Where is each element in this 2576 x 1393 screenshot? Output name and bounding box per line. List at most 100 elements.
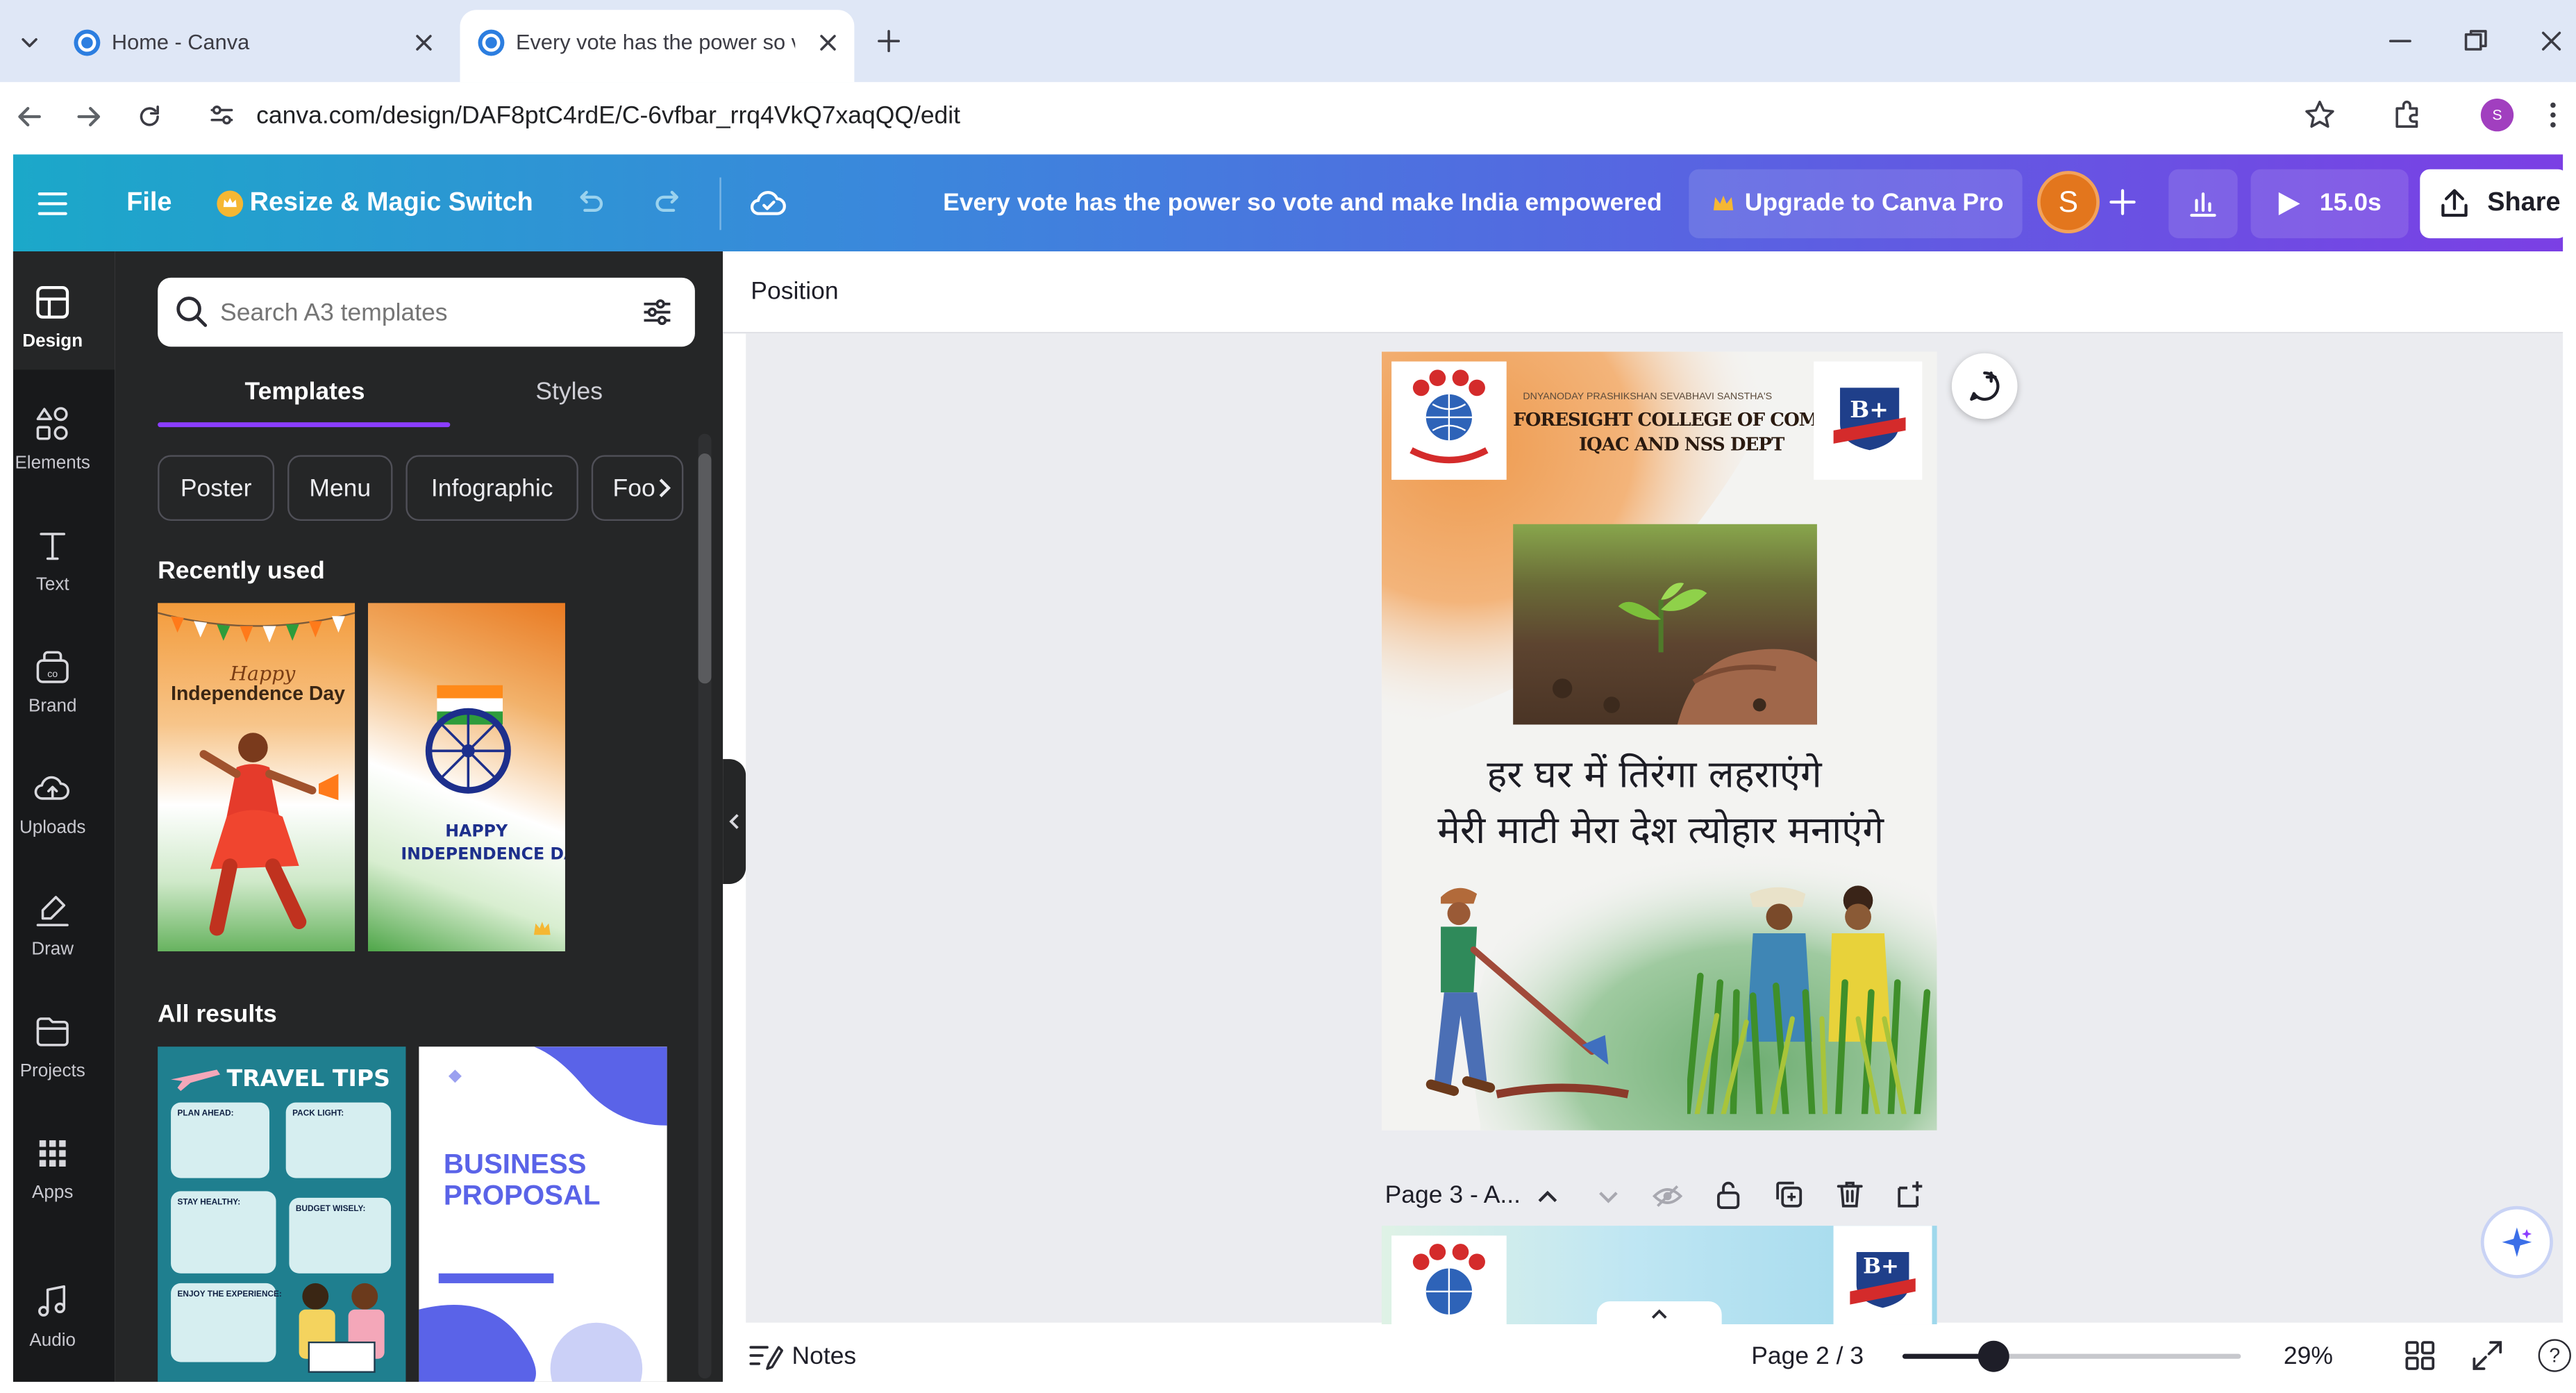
resize-magic-switch-button[interactable]: Resize & Magic Switch <box>210 178 533 231</box>
trash-icon[interactable] <box>1834 1178 1866 1210</box>
result-template-business-proposal[interactable]: BUSINESS PROPOSAL <box>419 1046 667 1382</box>
page-3-label[interactable]: Page 3 - A... <box>1385 1181 1521 1209</box>
ashoka-chakra-icon <box>425 685 511 794</box>
forward-arrow-icon[interactable] <box>72 100 105 133</box>
extensions-puzzle-icon[interactable] <box>2391 99 2423 131</box>
dancer-illustration-icon <box>199 733 339 936</box>
reload-icon[interactable] <box>133 100 166 133</box>
window-close-icon[interactable] <box>2536 26 2566 56</box>
restore-icon[interactable] <box>2461 26 2491 56</box>
notes-button[interactable]: Notes <box>792 1342 856 1370</box>
rail-draw[interactable]: Draw <box>13 881 92 979</box>
tip-card: PLAN AHEAD: <box>171 1102 270 1178</box>
rail-text[interactable]: Text <box>13 516 92 615</box>
naac-grade: B+ <box>1863 1255 1899 1281</box>
address-bar[interactable]: canva.com/design/DAF8ptC4rdE/C-6vfbar_rr… <box>190 87 2380 143</box>
svg-text:co: co <box>47 669 58 680</box>
rail-uploads[interactable]: Uploads <box>13 759 92 858</box>
template-search-field[interactable] <box>158 277 695 347</box>
comment-plus-icon <box>1970 371 2000 401</box>
design-title[interactable]: Every vote has the power so vote and mak… <box>943 189 1662 217</box>
recent-template-independence-dancer[interactable]: Happy Independence Day <box>158 603 356 951</box>
chip-infographic[interactable]: Infographic <box>405 455 578 522</box>
poster-hindi-line2: मेरी माटी मेरा देश त्योहार मनाएंगे <box>1437 810 1884 853</box>
help-button[interactable]: ? <box>2538 1339 2571 1372</box>
share-button[interactable]: Share <box>2420 169 2568 239</box>
toolbar-divider <box>719 177 721 231</box>
chevron-down-icon[interactable] <box>1592 1180 1625 1212</box>
rail-label: Design <box>22 331 83 352</box>
poster-page[interactable]: DNYANODAY PRASHIKSHAN SEVABHAVI SANSTHA'… <box>1381 351 1937 1131</box>
rail-elements[interactable]: Elements <box>13 394 92 493</box>
position-button[interactable]: Position <box>751 278 838 306</box>
browser-tab-home[interactable]: Home - Canva <box>59 13 453 72</box>
hamburger-menu-icon[interactable] <box>36 187 69 220</box>
grid-view-icon[interactable] <box>2404 1339 2436 1371</box>
tab-templates[interactable]: Templates <box>245 378 365 406</box>
site-settings-icon[interactable] <box>207 100 237 130</box>
lock-icon[interactable] <box>1712 1178 1744 1210</box>
rail-projects[interactable]: Projects <box>13 1002 92 1101</box>
crown-icon <box>1713 195 1734 210</box>
chip-menu[interactable]: Menu <box>287 455 393 522</box>
rail-audio[interactable]: Audio <box>13 1271 92 1370</box>
chevron-right-icon[interactable] <box>654 476 674 499</box>
chevron-up-icon[interactable] <box>1531 1180 1564 1212</box>
travelers-illustration-icon <box>299 1283 385 1373</box>
close-icon[interactable] <box>411 30 437 56</box>
add-page-icon[interactable] <box>1894 1178 1927 1210</box>
browser-tab-active[interactable]: Every vote has the power so vo <box>460 10 855 83</box>
rail-design[interactable]: Design <box>13 273 92 372</box>
tab-styles[interactable]: Styles <box>535 378 603 406</box>
invite-plus-icon[interactable] <box>2106 185 2139 218</box>
rail-label: Brand <box>28 696 77 717</box>
tip-card: STAY HEALTHY: <box>171 1191 276 1274</box>
undo-icon[interactable] <box>571 184 608 220</box>
page-indicator[interactable]: Page 2 / 3 <box>1751 1342 1864 1370</box>
recent-template-independence-chakra[interactable]: HAPPY INDEPENDENCE DAY <box>368 603 565 951</box>
upgrade-pro-button[interactable]: Upgrade to Canva Pro <box>1689 169 2023 239</box>
magic-assistant-button[interactable] <box>2480 1206 2553 1278</box>
duplicate-page-icon[interactable] <box>1773 1178 1805 1210</box>
hide-eye-icon[interactable] <box>1651 1180 1684 1212</box>
bunting-icon <box>158 612 356 643</box>
rail-label: Elements <box>15 453 90 474</box>
add-comment-button[interactable] <box>1951 353 2018 419</box>
context-toolbar <box>723 251 2564 334</box>
cloud-saved-icon[interactable] <box>749 184 789 220</box>
tip-card: PACK LIGHT: <box>285 1102 392 1178</box>
sapling-photo <box>1513 524 1817 725</box>
result-title: TRAVEL TIPS <box>226 1066 390 1093</box>
more-vert-icon[interactable] <box>2543 99 2563 131</box>
present-play-button[interactable]: 15.0s <box>2250 169 2409 239</box>
tab-search-button[interactable] <box>13 23 46 62</box>
rail-apps[interactable]: Apps <box>13 1124 92 1222</box>
minimize-icon[interactable] <box>2386 26 2416 56</box>
new-tab-plus-icon[interactable] <box>874 26 904 56</box>
panel-scrollbar-thumb[interactable] <box>698 453 712 684</box>
close-icon[interactable] <box>815 30 842 56</box>
filter-sliders-icon[interactable] <box>641 296 674 328</box>
redo-icon[interactable] <box>651 184 687 220</box>
bookmark-star-icon[interactable] <box>2303 99 2336 131</box>
rail-brand[interactable]: co Brand <box>13 637 92 736</box>
chip-poster[interactable]: Poster <box>158 455 275 522</box>
zoom-level[interactable]: 29% <box>2284 1342 2333 1370</box>
result-template-travel-tips[interactable]: TRAVEL TIPS PLAN AHEAD: PACK LIGHT: STAY… <box>158 1046 406 1382</box>
search-input[interactable] <box>220 290 614 334</box>
audio-icon <box>38 1285 66 1317</box>
insights-button[interactable] <box>2168 169 2238 239</box>
zoom-slider-thumb[interactable] <box>1977 1340 2009 1372</box>
fullscreen-icon[interactable] <box>2471 1339 2504 1371</box>
proposal-shapes-icon <box>419 1046 667 1382</box>
notes-icon[interactable] <box>748 1339 784 1371</box>
file-menu-button[interactable]: File <box>126 189 172 219</box>
result-title-line2: PROPOSAL <box>443 1179 601 1211</box>
user-avatar[interactable]: S <box>2036 171 2100 233</box>
projects-icon <box>36 1017 69 1046</box>
poster-dept: IQAC AND NSS DEPT <box>1578 433 1785 456</box>
panel-collapse-handle[interactable] <box>723 759 746 884</box>
crown-icon <box>217 190 244 217</box>
back-arrow-icon[interactable] <box>13 100 46 133</box>
profile-avatar[interactable]: S <box>2480 98 2514 132</box>
